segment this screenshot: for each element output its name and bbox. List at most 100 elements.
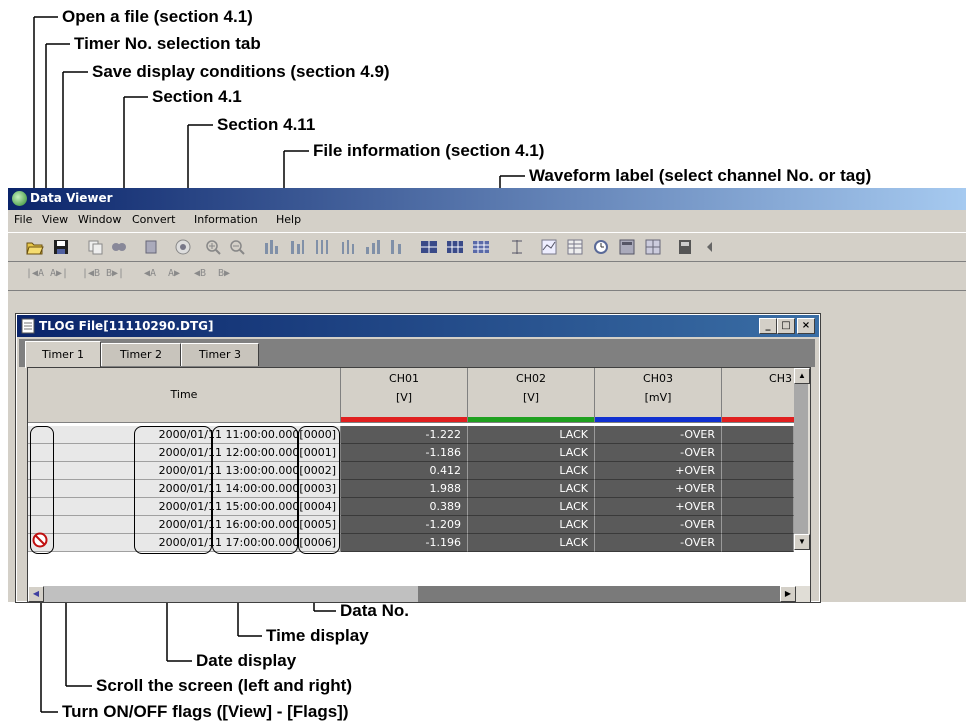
cursor-b-first-button[interactable]: ◀B (194, 268, 206, 284)
ch02-header[interactable]: CH02 [V] (468, 368, 595, 423)
tab-timer-2[interactable]: Timer 2 (101, 343, 181, 366)
tab-timer-3[interactable]: Timer 3 (181, 343, 259, 366)
scroll-down-icon[interactable]: ▼ (794, 534, 810, 550)
ch03-cell[interactable]: -OVER (595, 534, 722, 552)
ch3x-cell[interactable] (722, 462, 794, 480)
zoom-in-icon[interactable] (204, 238, 222, 256)
ch01-cell[interactable]: -1.186 (341, 444, 468, 462)
chart-view-icon[interactable] (540, 238, 558, 256)
cursor-a-first-button[interactable]: ◀A (144, 268, 156, 284)
ch02-cell[interactable]: LACK (468, 480, 595, 498)
more-icon[interactable] (702, 238, 720, 256)
fit-icon[interactable] (508, 238, 526, 256)
ch01-cell[interactable]: 1.988 (341, 480, 468, 498)
ch03-cell[interactable]: -OVER (595, 426, 722, 444)
ch3x-cell[interactable] (722, 426, 794, 444)
layout-2-icon[interactable] (420, 238, 438, 256)
copy-icon[interactable] (86, 238, 104, 256)
bar-chart-icon-2[interactable] (288, 238, 306, 256)
cursor-b-right-button[interactable]: B▶| (106, 268, 124, 284)
cursor-a-last-button[interactable]: A▶ (168, 268, 180, 284)
open-folder-icon[interactable] (26, 238, 44, 256)
document-icon (21, 318, 35, 334)
close-button[interactable]: × (797, 318, 815, 334)
clock-icon[interactable] (592, 238, 610, 256)
ch01-header[interactable]: CH01 [V] (341, 368, 468, 423)
callout-timer-tab: Timer No. selection tab (74, 34, 261, 53)
save-disk-icon[interactable] (52, 238, 70, 256)
ch02-name: CH02 (516, 372, 546, 385)
table-view-icon[interactable] (566, 238, 584, 256)
time-column-header[interactable]: Time (28, 368, 341, 423)
horizontal-scroll-thumb[interactable] (44, 586, 419, 602)
ch01-color-bar (341, 417, 467, 422)
app-title-bar[interactable]: Data Viewer (8, 188, 966, 210)
ch02-cell[interactable]: LACK (468, 534, 595, 552)
ch01-cell[interactable]: 0.389 (341, 498, 468, 516)
cursor-a-left-button[interactable]: |◀A (26, 268, 44, 284)
search-icon[interactable] (110, 238, 128, 256)
cursor-b-left-button[interactable]: |◀B (82, 268, 100, 284)
horizontal-scroll-track (418, 586, 780, 602)
menu-information[interactable]: Information (194, 213, 258, 226)
ch3x-cell[interactable] (722, 480, 794, 498)
child-title-bar[interactable]: TLOG File[11110290.DTG] _ □ × (17, 315, 819, 337)
ch03-header[interactable]: CH03 [mV] (595, 368, 722, 423)
menu-bar: File View Window Convert Information Hel… (8, 210, 966, 230)
minimize-button[interactable]: _ (759, 318, 777, 334)
split-icon[interactable] (388, 238, 406, 256)
ch02-cell[interactable]: LACK (468, 462, 595, 480)
ch03-cell[interactable]: -OVER (595, 444, 722, 462)
calculator-icon[interactable] (618, 238, 636, 256)
ch02-cell[interactable]: LACK (468, 516, 595, 534)
ch3x-cell[interactable] (722, 444, 794, 462)
cursor-a-right-button[interactable]: A▶| (50, 268, 68, 284)
mark-icon[interactable] (142, 238, 160, 256)
ch03-cell[interactable]: +OVER (595, 462, 722, 480)
callout-flags: Turn ON/OFF flags ([View] - [Flags]) (62, 702, 349, 721)
ch02-cell[interactable]: LACK (468, 444, 595, 462)
ch02-cell[interactable]: LACK (468, 498, 595, 516)
callout-save-display: Save display conditions (section 4.9) (92, 62, 390, 81)
app-logo-icon (12, 191, 27, 206)
ch03-cell[interactable]: +OVER (595, 498, 722, 516)
menu-convert[interactable]: Convert (132, 213, 176, 226)
layout-6-icon[interactable] (446, 238, 464, 256)
grid-icon[interactable] (644, 238, 662, 256)
scroll-left-icon[interactable]: ◀ (28, 586, 44, 602)
tab-timer-1[interactable]: Timer 1 (25, 341, 101, 368)
ch3x-cell[interactable] (722, 516, 794, 534)
ch01-cell[interactable]: -1.209 (341, 516, 468, 534)
ch3x-cell[interactable] (722, 498, 794, 516)
menu-help[interactable]: Help (276, 213, 301, 226)
record-icon[interactable] (174, 238, 192, 256)
bar-chart-icon[interactable] (262, 238, 280, 256)
steps-icon[interactable] (364, 238, 382, 256)
ch01-cell[interactable]: 0.412 (341, 462, 468, 480)
ch03-cell[interactable]: -OVER (595, 516, 722, 534)
menu-file[interactable]: File (14, 213, 32, 226)
book-icon[interactable] (676, 238, 694, 256)
ch02-color-bar (468, 417, 594, 422)
menu-view[interactable]: View (42, 213, 68, 226)
ch02-cell[interactable]: LACK (468, 426, 595, 444)
columns-icon-2[interactable] (340, 238, 358, 256)
ch3x-header[interactable]: CH3 (722, 368, 795, 423)
menu-window[interactable]: Window (78, 213, 121, 226)
ch03-unit: [mV] (644, 391, 672, 404)
layout-9-icon[interactable] (472, 238, 490, 256)
ch01-cell[interactable]: -1.222 (341, 426, 468, 444)
ch01-cell[interactable]: -1.196 (341, 534, 468, 552)
cursor-b-last-button[interactable]: B▶ (218, 268, 230, 284)
maximize-button[interactable]: □ (777, 318, 795, 334)
columns-icon[interactable] (314, 238, 332, 256)
callout-data-no: Data No. (340, 601, 409, 620)
vertical-scrollbar[interactable]: ▲ ▼ (794, 368, 810, 550)
zoom-out-icon[interactable] (228, 238, 246, 256)
scroll-right-icon[interactable]: ▶ (780, 586, 796, 602)
ch03-cell[interactable]: +OVER (595, 480, 722, 498)
scroll-up-icon[interactable]: ▲ (794, 368, 810, 384)
ch3x-cell[interactable] (722, 534, 794, 552)
vertical-scroll-thumb[interactable] (794, 384, 808, 534)
horizontal-scrollbar[interactable]: ◀ ▶ (28, 586, 810, 602)
